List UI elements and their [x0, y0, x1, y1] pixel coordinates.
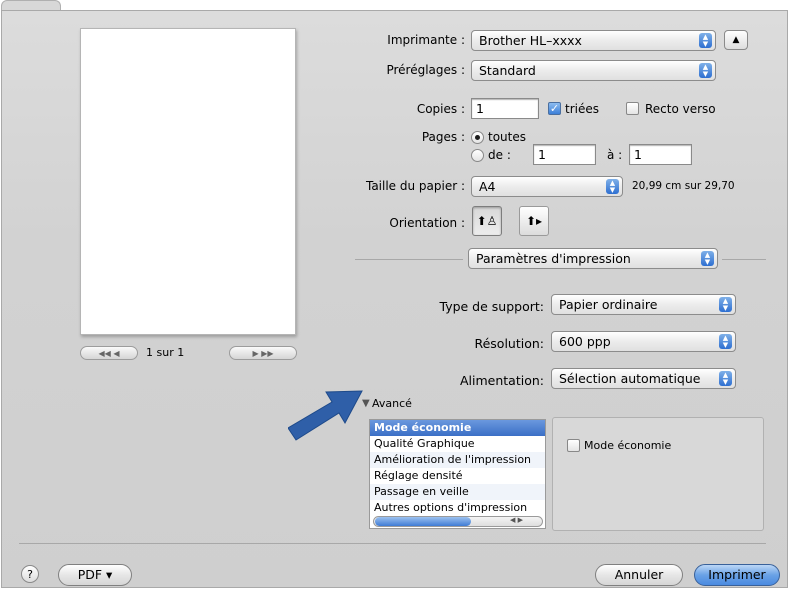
next-page-icon[interactable]: ▶ ▶▶ [253, 349, 274, 358]
popup-arrows-icon: ▲ ▼ [719, 334, 732, 349]
resolution-value: 600 ppp [559, 334, 611, 349]
callout-arrow-icon [288, 390, 363, 441]
printer-label: Imprimante : [387, 33, 465, 47]
list-item[interactable]: Amélioration de l'impression [370, 452, 545, 468]
pages-to-label: à : [607, 148, 623, 162]
paper-size-value: A4 [479, 179, 496, 194]
list-item[interactable]: Qualité Graphique [370, 436, 545, 452]
separator-left [355, 259, 463, 260]
cancel-button[interactable]: Annuler [595, 564, 683, 586]
paper-size-label: Taille du papier : [365, 179, 465, 193]
scroll-arrows-icon[interactable]: ◀ ▶ [510, 516, 523, 524]
duplex-checkbox[interactable] [626, 102, 639, 115]
collated-checkbox[interactable]: ✓ [548, 102, 561, 115]
popup-arrows-icon: ▲ ▼ [701, 251, 714, 266]
pages-all-radio[interactable] [471, 131, 484, 144]
printer-popup[interactable]: Brother HL–xxxx ▲ ▼ [471, 30, 716, 51]
printer-value: Brother HL–xxxx [479, 33, 582, 48]
resolution-popup[interactable]: 600 ppp ▲ ▼ [551, 331, 736, 352]
portrait-icon: ⬆♙ [476, 214, 498, 228]
option-settings-panel: Mode économie [552, 417, 764, 531]
pages-label: Pages : [421, 130, 465, 144]
paper-source-value: Sélection automatique [559, 371, 701, 386]
presets-label: Préréglages : [386, 63, 465, 77]
separator-right [722, 259, 766, 260]
section-popup[interactable]: Paramètres d'impression ▲ ▼ [468, 248, 718, 269]
preview-prev-buttons[interactable]: ◀◀ ◀ [80, 346, 138, 360]
list-item[interactable]: Passage en veille [370, 484, 545, 500]
landscape-button[interactable]: ⬆▸ [519, 206, 549, 236]
resolution-label: Résolution: [474, 336, 544, 351]
pdf-menu-button[interactable]: PDF ▾ [58, 564, 132, 586]
prev-page-icon[interactable]: ◀◀ ◀ [99, 349, 120, 358]
orientation-label: Orientation : [389, 216, 465, 230]
media-type-popup[interactable]: Papier ordinaire ▲ ▼ [551, 294, 736, 315]
media-type-value: Papier ordinaire [559, 297, 658, 312]
pages-from-label: de : [488, 148, 511, 162]
list-item[interactable]: Réglage densité [370, 468, 545, 484]
duplex-label: Recto verso [645, 102, 716, 116]
list-item[interactable]: Autres options d'impression [370, 500, 545, 516]
pages-range-radio[interactable] [471, 149, 484, 162]
page-indicator: 1 sur 1 [146, 346, 185, 359]
preview-next-buttons[interactable]: ▶ ▶▶ [229, 346, 297, 360]
paper-size-popup[interactable]: A4 ▲ ▼ [471, 176, 623, 197]
popup-arrows-icon: ▲ ▼ [699, 63, 712, 78]
eco-mode-label: Mode économie [584, 439, 672, 452]
help-button[interactable]: ? [21, 565, 39, 583]
pages-to-field[interactable]: 1 [629, 144, 692, 165]
copies-field[interactable]: 1 [471, 98, 539, 119]
popup-arrows-icon: ▲ ▼ [719, 371, 732, 386]
advanced-options-list[interactable]: Mode économie Qualité Graphique Améliora… [369, 419, 546, 529]
paper-source-popup[interactable]: Sélection automatique ▲ ▼ [551, 368, 736, 389]
bottom-separator [19, 543, 766, 544]
list-item[interactable]: Mode économie [370, 420, 545, 436]
print-button[interactable]: Imprimer [694, 564, 780, 586]
media-type-label: Type de support: [439, 299, 545, 314]
advanced-label[interactable]: Avancé [372, 397, 412, 410]
eco-mode-checkbox[interactable] [567, 439, 580, 452]
presets-popup[interactable]: Standard ▲ ▼ [471, 60, 716, 81]
copies-label: Copies : [416, 102, 465, 116]
presets-value: Standard [479, 63, 536, 78]
print-preview [80, 28, 296, 335]
popup-arrows-icon: ▲ ▼ [719, 297, 732, 312]
pages-all-label: toutes [488, 130, 526, 144]
landscape-icon: ⬆▸ [525, 214, 543, 228]
disclosure-up-icon: ▲ [732, 35, 740, 45]
disclosure-triangle-icon[interactable]: ▼ [362, 398, 370, 409]
help-icon: ? [27, 568, 33, 581]
pages-from-field[interactable]: 1 [533, 144, 596, 165]
paper-dimensions: 20,99 cm sur 29,70 [632, 180, 735, 192]
paper-source-label: Alimentation: [459, 373, 544, 388]
collapse-details-button[interactable]: ▲ [724, 30, 748, 50]
collated-label: triées [565, 102, 599, 116]
popup-arrows-icon: ▲ ▼ [606, 179, 619, 194]
section-value: Paramètres d'impression [476, 251, 631, 266]
horizontal-scrollbar[interactable]: ◀ ▶ [373, 516, 543, 527]
portrait-button[interactable]: ⬆♙ [472, 206, 502, 236]
popup-arrows-icon: ▲ ▼ [699, 33, 712, 48]
scrollbar-thumb[interactable] [375, 517, 471, 526]
